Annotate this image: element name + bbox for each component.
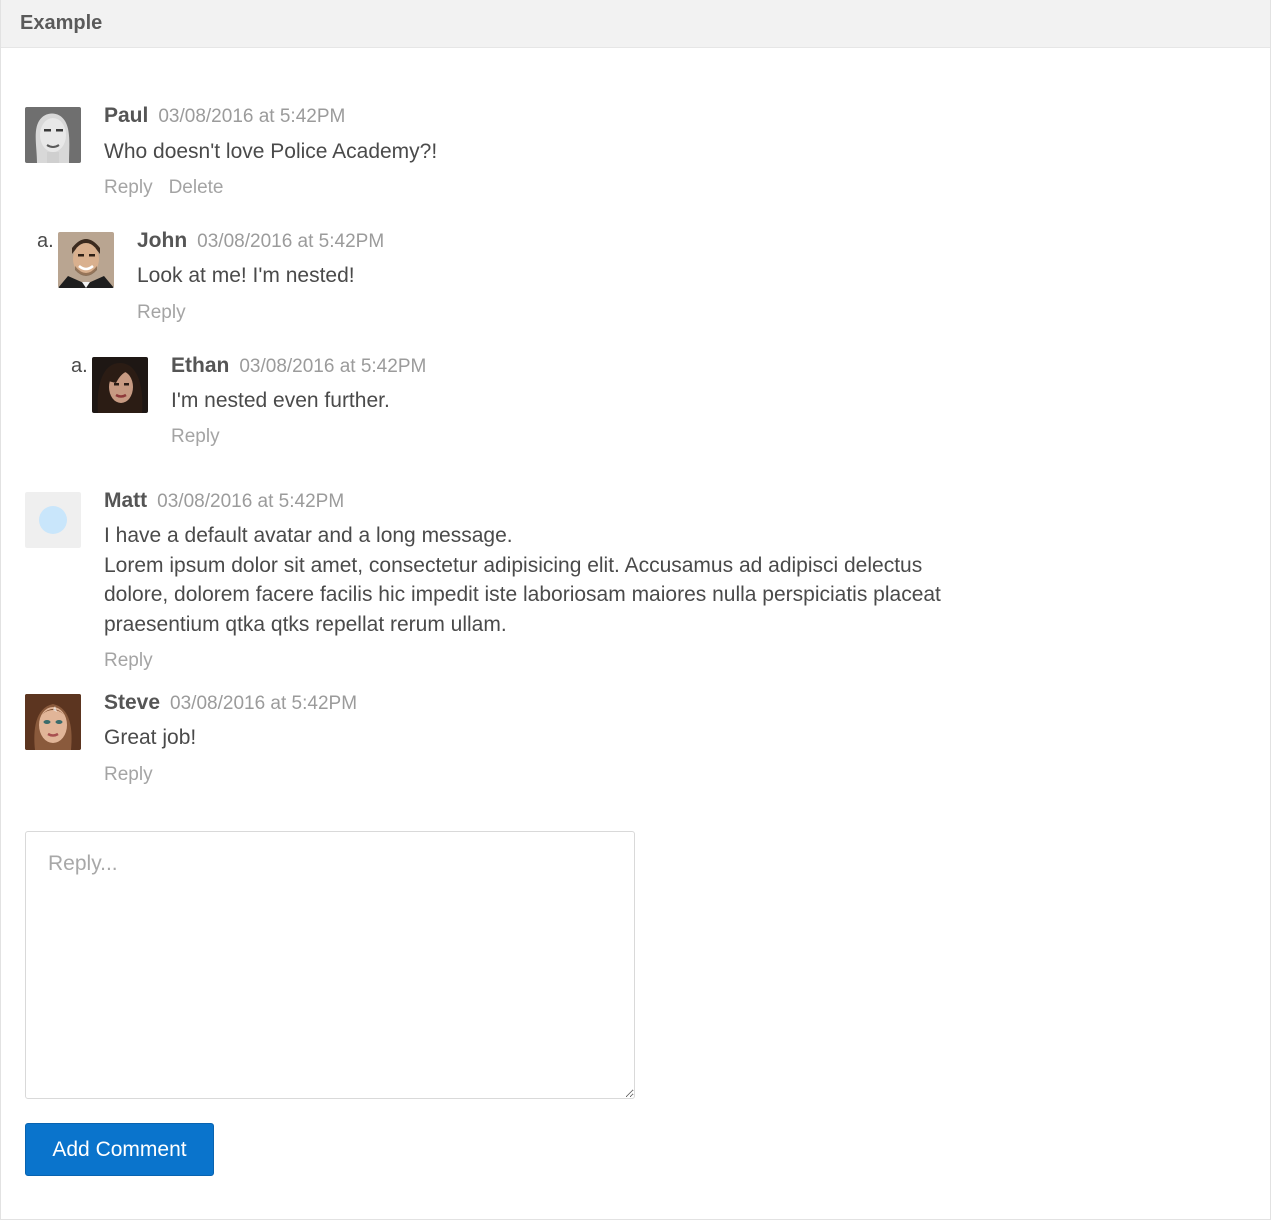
comment-author: Matt (104, 489, 148, 512)
comment-message: I'm nested even further. (171, 386, 390, 416)
comment-actions: Reply (104, 764, 169, 786)
comment-actions: Reply (137, 302, 202, 324)
message-line: Lorem ipsum dolor sit amet, consectetur … (104, 553, 923, 577)
avatar-steve (25, 694, 81, 750)
avatar-john (58, 232, 114, 288)
message-line: Great job! (104, 726, 197, 749)
comment-timestamp: 03/08/2016 at 5:42PM (197, 231, 385, 252)
message-line: I'm nested even further. (171, 389, 390, 412)
comment-message: Great job! (104, 723, 196, 753)
reply-link[interactable]: Reply (104, 177, 153, 198)
nest-marker: a. (71, 355, 88, 377)
panel-header: Example (1, 0, 1270, 48)
comment-actions: Reply (104, 650, 169, 672)
comment-message: Who doesn't love Police Academy?! (104, 137, 437, 167)
comment-author: Steve (104, 691, 161, 714)
comment-timestamp: 03/08/2016 at 5:42PM (239, 356, 427, 377)
comment-meta: Ethan 03/08/2016 at 5:42PM (171, 354, 426, 378)
reply-link[interactable]: Reply (137, 302, 186, 323)
add-comment-button[interactable]: Add Comment (25, 1123, 214, 1176)
avatar-ethan (92, 357, 148, 413)
comment-meta: Paul 03/08/2016 at 5:42PM (104, 104, 345, 128)
panel-title: Example (20, 12, 103, 34)
message-line: Look at me! I'm nested! (137, 264, 355, 287)
message-line: Who doesn't love Police Academy?! (104, 140, 438, 163)
comments-panel: Example Paul 03/08/2016 at 5:42PM Who doe… (0, 0, 1271, 1220)
comment-actions: Reply (171, 426, 236, 448)
avatar-paul (25, 107, 81, 163)
comment-timestamp: 03/08/2016 at 5:42PM (158, 106, 346, 127)
comment-meta: Matt 03/08/2016 at 5:42PM (104, 489, 344, 513)
default-avatar (25, 492, 81, 548)
comment-message: Look at me! I'm nested! (137, 261, 355, 291)
reply-textarea[interactable] (25, 831, 635, 1099)
comment-author: John (137, 229, 188, 252)
comment-timestamp: 03/08/2016 at 5:42PM (170, 693, 358, 714)
reply-link[interactable]: Reply (171, 426, 220, 447)
comment-meta: John 03/08/2016 at 5:42PM (137, 229, 384, 253)
comment-actions: Reply Delete (104, 177, 240, 199)
comment-author: Paul (104, 104, 149, 127)
comment-meta: Steve 03/08/2016 at 5:42PM (104, 691, 357, 715)
message-line: dolore, dolorem facere facilis hic imped… (104, 583, 941, 606)
nest-marker: a. (37, 230, 54, 252)
delete-link[interactable]: Delete (169, 177, 224, 198)
comment-timestamp: 03/08/2016 at 5:42PM (157, 491, 345, 512)
comment-author: Ethan (171, 354, 230, 377)
message-line: praesentium qtka qtks repellat rerum ull… (104, 612, 507, 636)
reply-link[interactable]: Reply (104, 764, 153, 785)
reply-link[interactable]: Reply (104, 650, 153, 671)
comment-message: I have a default avatar and a long messa… (104, 521, 1104, 639)
message-line: I have a default avatar and a long messa… (104, 524, 513, 547)
